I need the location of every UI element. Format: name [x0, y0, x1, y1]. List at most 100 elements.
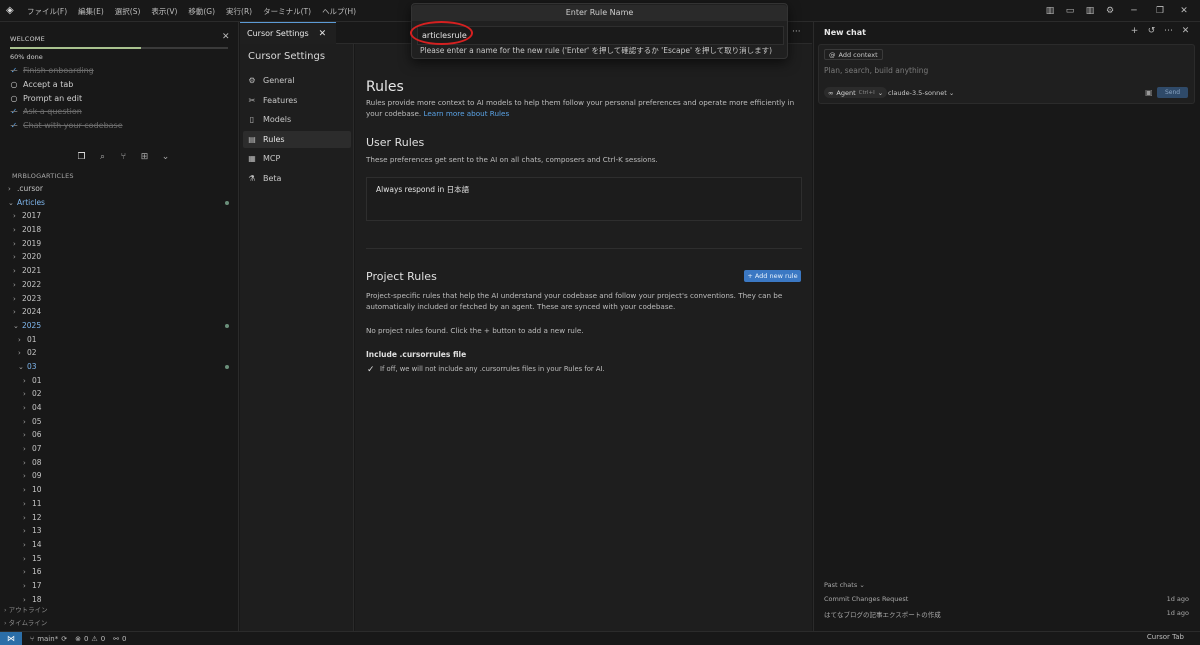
settings-nav-beta[interactable]: ⚗ Beta — [243, 170, 351, 187]
tree-item[interactable]: › 11 — [0, 497, 239, 511]
sidebar-section[interactable]: › タイムライン — [4, 617, 48, 630]
tree-item[interactable]: › 12 — [0, 511, 239, 525]
explorer-icon[interactable]: ❐ — [76, 152, 87, 163]
tree-item[interactable]: › 08 — [0, 456, 239, 470]
document-icon: ▯ — [249, 115, 255, 124]
menu-item[interactable]: ヘルプ(H) — [322, 6, 356, 17]
chevron-down-icon[interactable]: ⌄ — [160, 152, 171, 163]
send-button[interactable]: Send — [1157, 87, 1188, 98]
sidebar-section[interactable]: › アウトライン — [4, 604, 48, 617]
search-icon[interactable]: ⌕ — [97, 152, 108, 163]
menu-item[interactable]: 表示(V) — [151, 6, 177, 17]
cursor-tab-status[interactable]: Cursor Tab — [1147, 633, 1184, 641]
project-rules-heading: Project Rules — [366, 270, 437, 283]
tree-item[interactable]: › 13 — [0, 524, 239, 538]
source-control-icon[interactable]: ⑂ — [118, 152, 129, 163]
more-actions-icon[interactable]: ··· — [792, 27, 801, 37]
more-icon[interactable]: ⋯ — [1164, 26, 1173, 36]
tree-item[interactable]: › 2020 — [0, 250, 239, 264]
tree-item[interactable]: › 16 — [0, 565, 239, 579]
tree-item[interactable]: › 17 — [0, 579, 239, 593]
extensions-icon[interactable]: ⊞ — [139, 152, 150, 163]
tree-item[interactable]: › 09 — [0, 469, 239, 483]
tree-item[interactable]: › 07 — [0, 442, 239, 456]
close-chat-icon[interactable]: ✕ — [1181, 26, 1190, 36]
chevron-right-icon: › — [18, 349, 21, 358]
tree-item[interactable]: › 05 — [0, 415, 239, 429]
tree-item[interactable]: › 2023 — [0, 292, 239, 306]
onboarding-item[interactable]: ○ Accept a tab — [10, 80, 74, 89]
settings-nav-mcp[interactable]: ▦ MCP — [243, 150, 351, 167]
tree-item[interactable]: ⌄ 2025 — [0, 319, 239, 333]
tree-item-label: 13 — [32, 526, 42, 536]
tree-item[interactable]: › 02 — [0, 387, 239, 401]
new-chat-icon[interactable]: + — [1130, 26, 1139, 36]
tree-item[interactable]: › 2017 — [0, 209, 239, 223]
tab-cursor-settings[interactable]: Cursor Settings ✕ — [240, 22, 336, 44]
tree-item[interactable]: › 04 — [0, 401, 239, 415]
close-tab-icon[interactable]: ✕ — [319, 29, 327, 39]
settings-nav-models[interactable]: ▯ Models — [243, 111, 351, 128]
menu-item[interactable]: 編集(E) — [78, 6, 104, 17]
problems-indicator[interactable]: ⊗ 0 ⚠ 0 — [75, 635, 105, 643]
past-chats-title[interactable]: Past chats ⌄ — [824, 581, 865, 589]
remote-indicator-icon[interactable]: ⋈ — [0, 631, 22, 645]
past-chat-time: 1d ago — [1166, 595, 1189, 603]
settings-gear-icon[interactable]: ⚙ — [1104, 6, 1116, 16]
chevron-right-icon: › — [23, 404, 26, 412]
onboarding-item[interactable]: ○ Prompt an edit — [10, 94, 83, 103]
explorer-title: MRBLOGARTICLES — [12, 172, 74, 180]
model-selector[interactable]: claude-3.5-sonnet ⌄ — [888, 89, 954, 97]
ports-indicator[interactable]: ⚯ 0 — [113, 635, 126, 643]
tree-item[interactable]: › 2018 — [0, 223, 239, 237]
history-icon[interactable]: ↺ — [1147, 26, 1156, 36]
settings-nav-features[interactable]: ✂ Features — [243, 92, 351, 109]
tree-item[interactable]: › 10 — [0, 483, 239, 497]
settings-nav-rules[interactable]: ▤ Rules — [243, 130, 351, 148]
tree-item[interactable]: ⌄ 03 — [0, 360, 239, 374]
palette-hint: Please enter a name for the new rule ('E… — [420, 46, 773, 55]
tree-item[interactable]: › 15 — [0, 552, 239, 566]
menu-item[interactable]: 移動(G) — [188, 6, 215, 17]
toggle-panel-icon[interactable]: ▭ — [1064, 6, 1076, 16]
tree-item[interactable]: › .cursor — [0, 182, 239, 196]
red-circle-annotation — [410, 21, 473, 45]
onboarding-item[interactable]: ✓ Finish onboarding — [10, 66, 94, 75]
tree-item[interactable]: › 01 — [0, 333, 239, 347]
tree-item[interactable]: › 14 — [0, 538, 239, 552]
agent-shortcut: Ctrl+I — [858, 89, 875, 96]
add-new-rule-button[interactable]: + Add new rule — [744, 270, 801, 282]
tree-item[interactable]: › 2022 — [0, 278, 239, 292]
toggle-primary-sidebar-icon[interactable]: ▥ — [1044, 6, 1056, 16]
tree-item-label: 09 — [32, 471, 42, 481]
tree-item-label: 16 — [32, 567, 42, 577]
toggle-secondary-sidebar-icon[interactable]: ▥ — [1084, 6, 1096, 16]
menu-item[interactable]: ファイル(F) — [27, 6, 67, 17]
branch-indicator[interactable]: ⑂ main* ⟳ — [30, 635, 67, 643]
close-window-icon[interactable]: ✕ — [1176, 6, 1192, 16]
learn-more-link[interactable]: Learn more about Rules — [424, 109, 510, 118]
settings-nav-general[interactable]: ⚙ General — [243, 72, 351, 89]
tree-item[interactable]: › 02 — [0, 346, 239, 360]
tree-item[interactable]: ⌄ Articles — [0, 196, 239, 210]
past-chat-item[interactable]: Commit Changes Request 1d ago — [824, 595, 1189, 603]
tree-item[interactable]: › 06 — [0, 428, 239, 442]
onboarding-item[interactable]: ✓ Ask a question — [10, 107, 82, 116]
tree-item[interactable]: › 01 — [0, 374, 239, 388]
add-context-button[interactable]: @ Add context — [824, 49, 883, 60]
menu-item[interactable]: 実行(R) — [226, 6, 252, 17]
past-chat-item[interactable]: はてなブログの記事エクスポートの作成 1d ago — [824, 609, 1189, 619]
tree-item[interactable]: › 2021 — [0, 264, 239, 278]
close-welcome-icon[interactable]: ✕ — [222, 32, 230, 42]
include-cursorrules-checkbox[interactable]: ✓ — [367, 365, 375, 375]
menu-item[interactable]: 選択(S) — [115, 6, 141, 17]
agent-mode-selector[interactable]: ∞ Agent Ctrl+I ⌄ — [824, 87, 888, 98]
minimize-icon[interactable]: ─ — [1124, 6, 1144, 16]
ports-count: 0 — [122, 634, 127, 643]
menu-item[interactable]: ターミナル(T) — [263, 6, 311, 17]
restore-icon[interactable]: ❐ — [1152, 6, 1168, 16]
tree-item[interactable]: › 2019 — [0, 237, 239, 251]
tree-item[interactable]: › 2024 — [0, 305, 239, 319]
image-upload-icon[interactable]: ▣ — [1145, 88, 1153, 97]
onboarding-item[interactable]: ✓ Chat with your codebase — [10, 121, 123, 130]
